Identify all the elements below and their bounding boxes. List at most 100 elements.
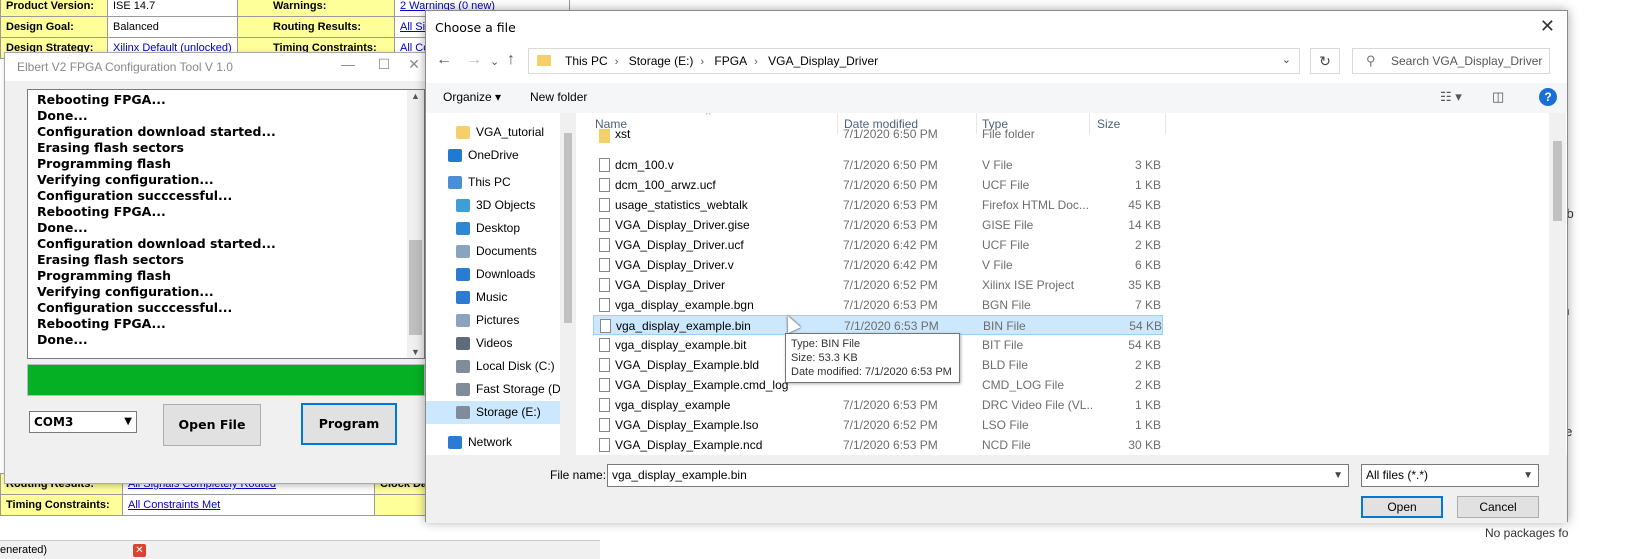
dialog-footer: File name: vga_display_example.bin ▼ All… [426, 455, 1567, 523]
search-input[interactable]: ⚲ Search VGA_Display_Driver [1352, 48, 1550, 74]
help-icon[interactable]: ? [1539, 88, 1557, 106]
video-icon [456, 337, 470, 350]
file-type: BIT File [982, 338, 1024, 352]
back-arrow-icon[interactable]: ← [436, 51, 452, 69]
file-row[interactable]: usage_statistics_webtalk 7/1/2020 6:53 PM… [593, 195, 1163, 215]
file-size: 45 KB [1128, 198, 1161, 212]
scroll-up-icon[interactable]: ▲ [407, 91, 424, 101]
maximize-icon[interactable]: ☐ [369, 56, 399, 73]
nav-item[interactable]: 3D Objects [426, 194, 560, 217]
ise-label: Design Goal: [0, 16, 108, 38]
breadcrumb-item[interactable]: FPGA [714, 54, 747, 68]
routing-link[interactable]: All Si [400, 21, 425, 33]
open-button[interactable]: Open [1361, 496, 1443, 518]
file-date: 7/1/2020 6:50 PM [843, 129, 938, 141]
nav-item[interactable]: Local Disk (C:) [426, 355, 560, 378]
file-row[interactable]: vga_display_example 7/1/2020 6:53 PM DRC V… [593, 395, 1163, 415]
nav-item[interactable]: Videos [426, 332, 560, 355]
chevron-down-icon[interactable]: ⌄ [1282, 53, 1291, 66]
file-size: 6 KB [1134, 258, 1161, 272]
nav-item[interactable]: Fast Storage (D:) [426, 378, 568, 401]
cancel-button[interactable]: Cancel [1457, 496, 1539, 518]
file-date: 7/1/2020 6:53 PM [843, 398, 938, 412]
file-icon [599, 298, 610, 312]
com-port-select[interactable]: COM3 ▼ [29, 411, 137, 433]
minimize-icon[interactable]: — [333, 56, 363, 72]
file-row[interactable]: VGA_Display_Example.lso 7/1/2020 6:52 PM L… [593, 415, 1163, 435]
nav-item[interactable]: Network [426, 431, 560, 454]
chevron-down-icon[interactable]: ▼ [1333, 465, 1343, 486]
close-icon[interactable]: ✕ [1540, 16, 1555, 37]
nav-item-label: Fast Storage (D:) [476, 382, 569, 396]
scroll-thumb[interactable] [409, 240, 422, 335]
file-list-scrollbar[interactable] [1549, 113, 1566, 455]
file-icon [599, 378, 610, 392]
file-row[interactable]: VGA_Display_Example.ncd 7/1/2020 6:53 PM N… [593, 435, 1163, 455]
ise-value: ISE 14.7 [107, 0, 238, 17]
view-options-icon[interactable]: ☷ ▾ [1440, 89, 1462, 105]
ise-link[interactable]: All Constraints Met [122, 494, 375, 516]
elbert-title: Elbert V2 FPGA Configuration Tool V 1.0 [17, 60, 233, 74]
breadcrumb-item[interactable]: This PC [565, 54, 608, 68]
breadcrumb-item[interactable]: VGA_Display_Driver [768, 54, 878, 68]
nav-item[interactable]: Music [426, 286, 560, 309]
file-type: V File [982, 158, 1013, 172]
timing-constraints-link[interactable]: All Constraints Met [128, 499, 220, 511]
file-icon [599, 158, 610, 172]
file-size: 30 KB [1128, 438, 1161, 452]
log-line: Done... [37, 108, 88, 123]
nav-item[interactable]: This PC [426, 171, 560, 194]
file-icon [600, 319, 611, 333]
log-textbox[interactable]: Rebooting FPGA... Done... Configuration do… [27, 89, 425, 359]
file-row[interactable]: vga_display_example.bin 7/1/2020 6:53 PM B… [593, 315, 1163, 335]
forward-arrow-icon[interactable]: → [466, 51, 482, 69]
nav-item[interactable]: Pictures [426, 309, 560, 332]
file-size: 54 KB [1128, 338, 1161, 352]
up-arrow-icon[interactable]: ↑ [507, 51, 515, 69]
nav-item[interactable]: VGA_tutorial [426, 121, 560, 144]
file-size: 3 KB [1134, 158, 1161, 172]
scroll-thumb[interactable] [1553, 141, 1562, 221]
file-date: 7/1/2020 6:53 PM [843, 198, 938, 212]
preview-pane-icon[interactable]: ◫ [1492, 89, 1504, 105]
file-row[interactable]: dcm_100_arwz.ucf 7/1/2020 6:50 PM UCF File… [593, 175, 1163, 195]
nav-item[interactable]: Documents [426, 240, 560, 263]
recent-dropdown-icon[interactable]: ⌄ [490, 55, 499, 68]
scroll-thumb[interactable] [564, 133, 572, 323]
chevron-down-icon: ▼ [124, 416, 132, 427]
file-row[interactable]: VGA_Display_Driver 7/1/2020 6:52 PM Xilinx… [593, 275, 1163, 295]
nav-item[interactable]: Storage (E:) [426, 401, 560, 424]
file-row[interactable]: VGA_Display_Driver.v 7/1/2020 6:42 PM V Fi… [593, 255, 1163, 275]
open-file-button[interactable]: Open File [163, 404, 261, 446]
nav-item[interactable]: Desktop [426, 217, 560, 240]
file-row[interactable]: vga_display_example.bgn 7/1/2020 6:53 PM B… [593, 295, 1163, 315]
filename-input[interactable]: vga_display_example.bin ▼ [607, 464, 1349, 487]
refresh-icon: ↻ [1319, 53, 1331, 69]
file-row[interactable]: VGA_Display_Driver.gise 7/1/2020 6:53 PM G… [593, 215, 1163, 235]
elbert-titlebar[interactable]: Elbert V2 FPGA Configuration Tool V 1.0 … [5, 53, 439, 81]
log-scrollbar[interactable]: ▲ ▼ [407, 90, 424, 358]
program-button[interactable]: Program [301, 403, 397, 445]
nav-item-label: Network [468, 435, 513, 449]
file-date: 7/1/2020 6:53 PM [843, 218, 938, 232]
nav-item[interactable]: Downloads [426, 263, 560, 286]
organize-button[interactable]: Organize ▾ [443, 90, 501, 104]
log-line: Rebooting FPGA... [37, 316, 166, 331]
breadcrumb-item[interactable]: Storage (E:) [629, 54, 694, 68]
address-bar[interactable]: This PC › Storage (E:) › FPGA › VGA_Display… [528, 48, 1300, 74]
close-error-icon[interactable]: ✕ [133, 544, 146, 557]
file-row[interactable]: xst 7/1/2020 6:50 PM File folder [593, 129, 1163, 143]
filetype-select[interactable]: All files (*.*) ▼ [1361, 464, 1539, 487]
file-row[interactable]: VGA_Display_Driver.ucf 7/1/2020 6:42 PM UC… [593, 235, 1163, 255]
refresh-button[interactable]: ↻ [1310, 48, 1340, 74]
nav-item-label: Storage (E:) [476, 405, 541, 419]
ise-label: Warnings: [237, 0, 395, 17]
nav-scrollbar[interactable] [560, 113, 576, 455]
file-row[interactable]: dcm_100.v 7/1/2020 6:50 PM V File 3 KB [593, 155, 1163, 175]
nav-item[interactable]: OneDrive [426, 144, 560, 167]
desktop-icon [456, 222, 470, 235]
tooltip-line: Type: BIN File [791, 338, 861, 350]
scroll-down-icon[interactable]: ▼ [407, 347, 424, 357]
file-name: dcm_100_arwz.ucf [615, 178, 716, 192]
new-folder-button[interactable]: New folder [530, 90, 587, 104]
